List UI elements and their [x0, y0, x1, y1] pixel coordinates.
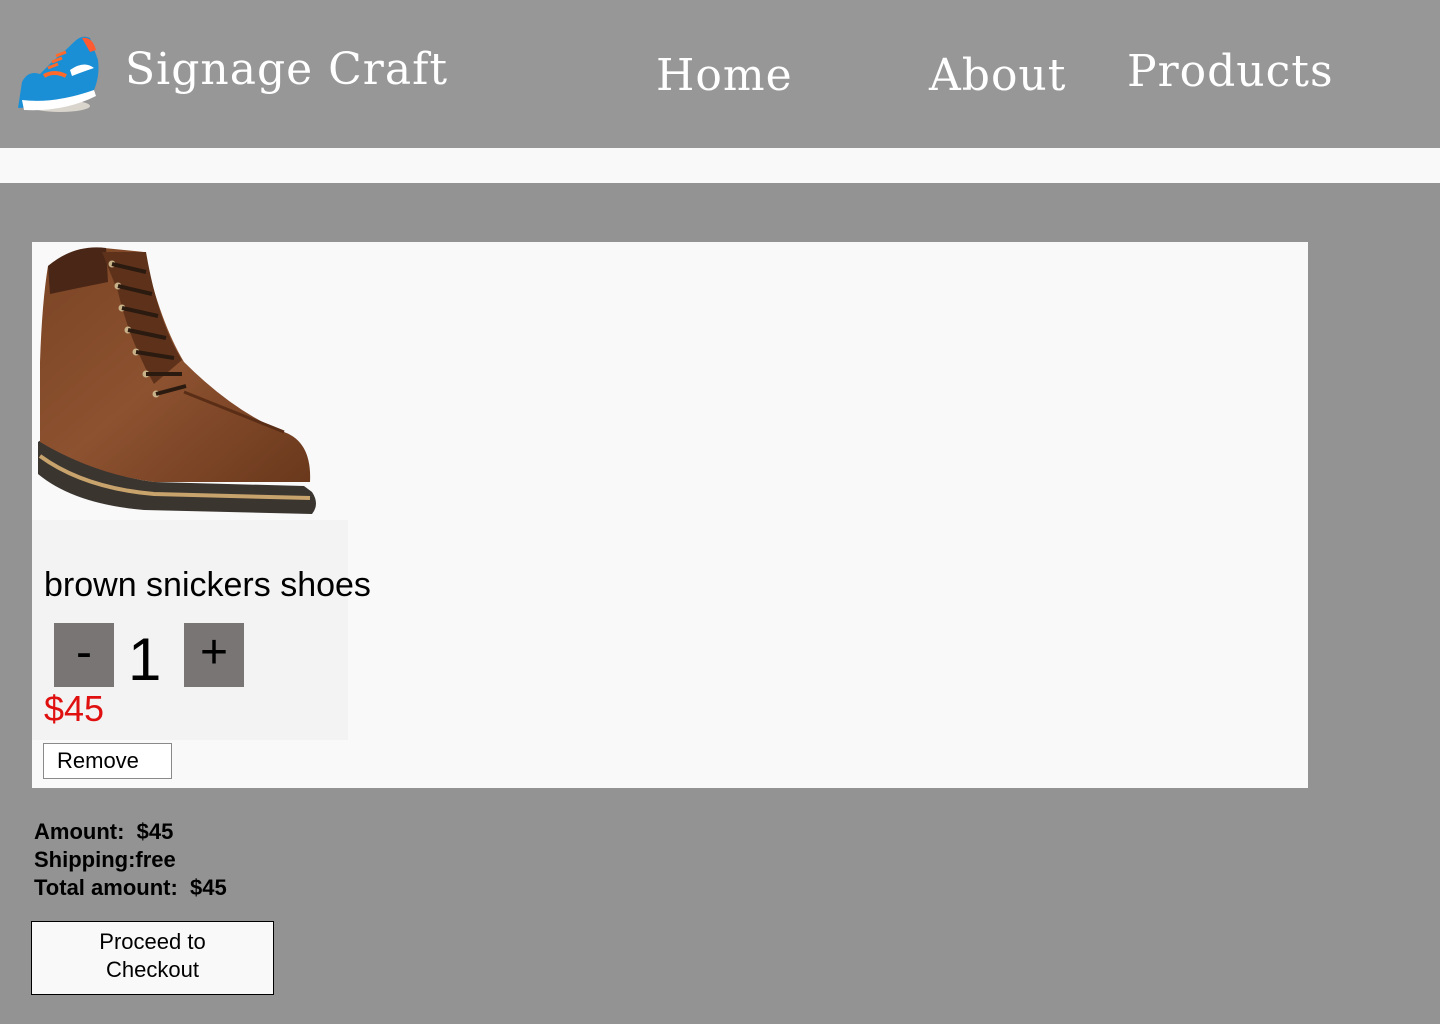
nav-products-link[interactable]: Products — [1127, 46, 1334, 97]
summary-total: Total amount: $45 — [34, 875, 227, 900]
product-name: brown snickers shoes — [44, 566, 371, 604]
summary-shipping: Shipping:free — [34, 847, 176, 872]
site-header: Signage Craft Home About Products — [0, 0, 1440, 148]
header-divider-strip — [0, 148, 1440, 183]
product-info-panel: brown snickers shoes - 1 + $45 — [32, 520, 371, 740]
remove-button[interactable]: Remove — [43, 743, 172, 779]
product-price: $45 — [44, 688, 105, 729]
quantity-increment-button[interactable]: + — [184, 623, 244, 687]
proceed-to-checkout-button[interactable]: Proceed to Checkout — [31, 921, 274, 995]
checkout-label-line2: Checkout — [106, 957, 199, 982]
nav-home-link[interactable]: Home — [656, 50, 793, 101]
summary-amount: Amount: $45 — [34, 819, 174, 844]
brown-boot-image — [34, 242, 316, 520]
sneaker-logo-icon[interactable] — [14, 30, 104, 118]
nav-about-link[interactable]: About — [929, 50, 1066, 101]
cart-item-card: brown snickers shoes - 1 + $45 Remove — [32, 242, 1308, 788]
brand-name[interactable]: Signage Craft — [125, 44, 448, 95]
order-summary: Amount: $45 Shipping:free Total amount: … — [34, 818, 227, 902]
quantity-decrement-button[interactable]: - — [54, 623, 114, 687]
checkout-label-line1: Proceed to — [99, 929, 206, 954]
quantity-value: 1 — [128, 626, 162, 693]
